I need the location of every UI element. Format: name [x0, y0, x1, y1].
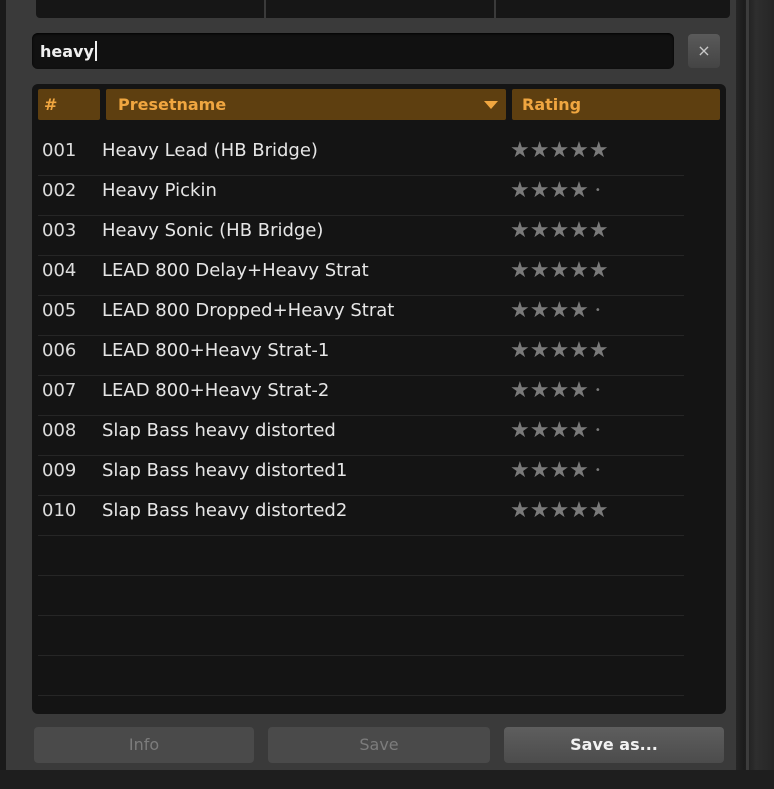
- rating-stars-icon[interactable]: ★★★★ •: [510, 298, 601, 323]
- table-row[interactable]: 008 Slap Bass heavy distorted ★★★★ •: [38, 416, 684, 456]
- table-row[interactable]: 001 Heavy Lead (HB Bridge) ★★★★★: [38, 136, 684, 176]
- preset-number: 006: [42, 340, 77, 361]
- empty-row: [38, 576, 684, 616]
- empty-star-dot-icon: •: [594, 185, 601, 196]
- empty-star-dot-icon: •: [594, 305, 601, 316]
- preset-number: 001: [42, 140, 77, 161]
- rating-stars: ★★★★★: [510, 498, 609, 523]
- rating-stars-icon[interactable]: ★★★★ •: [510, 378, 601, 403]
- preset-number: 004: [42, 260, 77, 281]
- save-button[interactable]: Save: [268, 727, 490, 763]
- preset-rows: 001 Heavy Lead (HB Bridge) ★★★★★ 002 Hea…: [32, 136, 726, 696]
- rating-stars-icon[interactable]: ★★★★ •: [510, 458, 601, 483]
- column-header-number[interactable]: #: [38, 89, 100, 120]
- rating-stars: ★★★★: [510, 178, 589, 203]
- save-as-button[interactable]: Save as...: [504, 727, 724, 763]
- rating-stars-icon[interactable]: ★★★★★: [510, 138, 609, 163]
- rating-stars-icon[interactable]: ★★★★ •: [510, 418, 601, 443]
- rating-stars: ★★★★: [510, 298, 589, 323]
- preset-number: 005: [42, 300, 77, 321]
- rating-stars: ★★★★: [510, 378, 589, 403]
- table-row[interactable]: 009 Slap Bass heavy distorted1 ★★★★ •: [38, 456, 684, 496]
- column-header-rating[interactable]: Rating: [512, 89, 720, 120]
- tab-divider: [264, 0, 266, 18]
- rating-stars: ★★★★★: [510, 218, 609, 243]
- table-row[interactable]: 003 Heavy Sonic (HB Bridge) ★★★★★: [38, 216, 684, 256]
- rating-stars: ★★★★: [510, 458, 589, 483]
- preset-name: Slap Bass heavy distorted2: [102, 500, 348, 521]
- preset-name: Heavy Pickin: [102, 180, 217, 201]
- top-tab-strip: [36, 0, 730, 18]
- empty-row: [38, 536, 684, 576]
- empty-row: [38, 656, 684, 696]
- preset-number: 010: [42, 500, 77, 521]
- rating-stars: ★★★★★: [510, 138, 609, 163]
- table-row[interactable]: 004 LEAD 800 Delay+Heavy Strat ★★★★★: [38, 256, 684, 296]
- rating-stars-icon[interactable]: ★★★★★: [510, 338, 609, 363]
- info-button[interactable]: Info: [34, 727, 254, 763]
- clear-search-button[interactable]: ×: [688, 34, 720, 68]
- rating-stars-icon[interactable]: ★★★★★: [510, 498, 609, 523]
- preset-name: LEAD 800 Delay+Heavy Strat: [102, 260, 369, 281]
- sort-down-icon: [484, 101, 498, 109]
- preset-browser-window: heavy × # Presetname Rating 001 Heavy Le…: [0, 0, 774, 789]
- preset-name: LEAD 800+Heavy Strat-1: [102, 340, 330, 361]
- preset-number: 003: [42, 220, 77, 241]
- rating-stars-icon[interactable]: ★★★★ •: [510, 178, 601, 203]
- preset-name: Slap Bass heavy distorted1: [102, 460, 348, 481]
- preset-number: 008: [42, 420, 77, 441]
- preset-name: Heavy Sonic (HB Bridge): [102, 220, 324, 241]
- text-caret: [94, 41, 97, 61]
- window-border-bottom: [0, 770, 774, 789]
- preset-number: 009: [42, 460, 77, 481]
- table-row[interactable]: 005 LEAD 800 Dropped+Heavy Strat ★★★★ •: [38, 296, 684, 336]
- preset-number: 007: [42, 380, 77, 401]
- empty-star-dot-icon: •: [594, 465, 601, 476]
- column-header-presetname-label: Presetname: [118, 95, 227, 114]
- empty-star-dot-icon: •: [594, 385, 601, 396]
- window-border-right: [736, 0, 774, 789]
- rating-stars-icon[interactable]: ★★★★★: [510, 258, 609, 283]
- table-row[interactable]: 002 Heavy Pickin ★★★★ •: [38, 176, 684, 216]
- preset-name: Heavy Lead (HB Bridge): [102, 140, 318, 161]
- rating-stars-icon[interactable]: ★★★★★: [510, 218, 609, 243]
- column-header-presetname[interactable]: Presetname: [106, 89, 506, 120]
- rating-stars: ★★★★★: [510, 258, 609, 283]
- preset-list: # Presetname Rating 001 Heavy Lead (HB B…: [32, 84, 726, 714]
- preset-number: 002: [42, 180, 77, 201]
- preset-name: LEAD 800 Dropped+Heavy Strat: [102, 300, 395, 321]
- table-row[interactable]: 010 Slap Bass heavy distorted2 ★★★★★: [38, 496, 684, 536]
- rating-stars: ★★★★: [510, 418, 589, 443]
- table-row[interactable]: 007 LEAD 800+Heavy Strat-2 ★★★★ •: [38, 376, 684, 416]
- table-row[interactable]: 006 LEAD 800+Heavy Strat-1 ★★★★★: [38, 336, 684, 376]
- empty-row: [38, 616, 684, 656]
- search-value: heavy: [40, 42, 94, 61]
- tab-divider: [494, 0, 496, 18]
- preset-name: LEAD 800+Heavy Strat-2: [102, 380, 330, 401]
- empty-star-dot-icon: •: [594, 425, 601, 436]
- preset-name: Slap Bass heavy distorted: [102, 420, 336, 441]
- rating-stars: ★★★★★: [510, 338, 609, 363]
- search-input[interactable]: heavy: [32, 33, 674, 69]
